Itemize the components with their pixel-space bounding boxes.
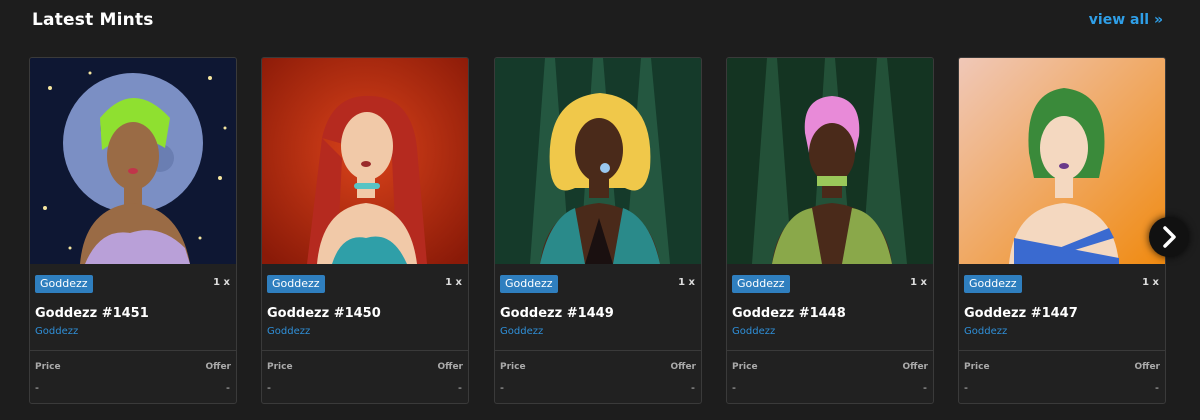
nft-name[interactable]: Goddezz #1451: [35, 306, 149, 321]
collection-tag[interactable]: Goddezz: [964, 275, 1022, 293]
price-value: -: [964, 381, 968, 394]
nft-name[interactable]: Goddezz #1449: [500, 306, 614, 321]
section-header: Latest Mints view all »: [32, 10, 1168, 34]
offer-label: Offer: [437, 362, 463, 372]
nft-name[interactable]: Goddezz #1447: [964, 306, 1078, 321]
price-label: Price: [500, 362, 526, 372]
price-label: Price: [732, 362, 758, 372]
offer-label: Offer: [205, 362, 231, 372]
offer-value: -: [1155, 381, 1159, 394]
offer-value: -: [923, 381, 927, 394]
price-value: -: [267, 381, 271, 394]
collection-tag[interactable]: Goddezz: [267, 275, 325, 293]
collection-tag[interactable]: Goddezz: [500, 275, 558, 293]
collection-tag[interactable]: Goddezz: [732, 275, 790, 293]
offer-value: -: [226, 381, 230, 394]
nft-image[interactable]: [727, 58, 933, 264]
quantity-label: 1 x: [445, 277, 462, 288]
nft-name[interactable]: Goddezz #1448: [732, 306, 846, 321]
view-all-link[interactable]: view all »: [1089, 12, 1163, 28]
divider: [727, 350, 933, 351]
divider: [495, 350, 701, 351]
price-label: Price: [964, 362, 990, 372]
nft-image[interactable]: [495, 58, 701, 264]
quantity-label: 1 x: [678, 277, 695, 288]
divider: [959, 350, 1165, 351]
carousel-next-button[interactable]: [1149, 217, 1189, 257]
collection-link[interactable]: Goddezz: [35, 326, 78, 337]
price-label: Price: [267, 362, 293, 372]
collection-tag[interactable]: Goddezz: [35, 275, 93, 293]
offer-value: -: [691, 381, 695, 394]
nft-card[interactable]: Goddezz 1 x Goddezz #1447 Goddezz Price …: [958, 57, 1166, 404]
quantity-label: 1 x: [910, 277, 927, 288]
collection-link[interactable]: Goddezz: [732, 326, 775, 337]
nft-name[interactable]: Goddezz #1450: [267, 306, 381, 321]
quantity-label: 1 x: [1142, 277, 1159, 288]
offer-label: Offer: [902, 362, 928, 372]
price-value: -: [732, 381, 736, 394]
price-value: -: [35, 381, 39, 394]
quantity-label: 1 x: [213, 277, 230, 288]
section-title: Latest Mints: [32, 10, 154, 30]
divider: [30, 350, 236, 351]
collection-link[interactable]: Goddezz: [500, 326, 543, 337]
nft-image[interactable]: [262, 58, 468, 264]
divider: [262, 350, 468, 351]
nft-image[interactable]: [959, 58, 1165, 264]
chevron-right-icon: [1163, 226, 1176, 248]
price-value: -: [500, 381, 504, 394]
nft-card[interactable]: Goddezz 1 x Goddezz #1451 Goddezz Price …: [29, 57, 237, 404]
nft-card[interactable]: Goddezz 1 x Goddezz #1449 Goddezz Price …: [494, 57, 702, 404]
nft-card[interactable]: Goddezz 1 x Goddezz #1448 Goddezz Price …: [726, 57, 934, 404]
nft-image[interactable]: [30, 58, 236, 264]
offer-label: Offer: [670, 362, 696, 372]
price-label: Price: [35, 362, 61, 372]
offer-label: Offer: [1134, 362, 1160, 372]
collection-link[interactable]: Goddezz: [267, 326, 310, 337]
nft-card[interactable]: Goddezz 1 x Goddezz #1450 Goddezz Price …: [261, 57, 469, 404]
offer-value: -: [458, 381, 462, 394]
collection-link[interactable]: Goddezz: [964, 326, 1007, 337]
